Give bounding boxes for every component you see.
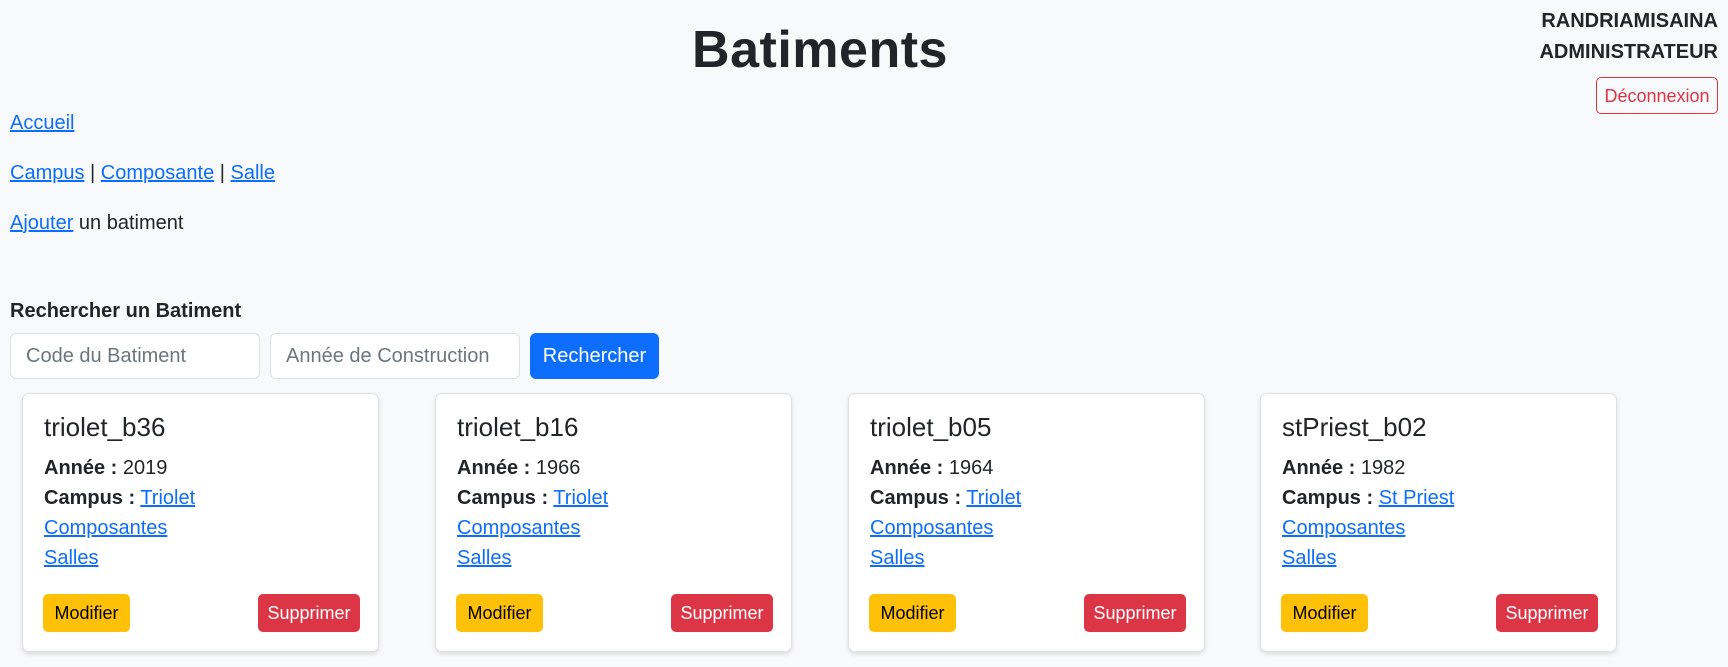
building-code: triolet_b05 [870,412,992,442]
building-campus-row: Campus : St Priest [1282,487,1454,510]
building-year: 1966 [535,457,581,479]
modify-button[interactable]: Modifier [869,594,956,632]
composantes-row: Composantes [457,517,580,540]
campus-link[interactable]: Triolet [553,487,608,509]
salles-link[interactable]: Salles [1282,547,1336,569]
campus-link[interactable]: Triolet [966,487,1021,509]
modify-button[interactable]: Modifier [1281,594,1368,632]
composante-link[interactable]: Composante [101,162,214,184]
search-button[interactable]: Rechercher [530,333,659,379]
construction-year-input[interactable] [270,333,520,379]
building-year: 1982 [1360,457,1406,479]
campus-label: Campus : [457,487,549,509]
salles-link[interactable]: Salles [44,547,98,569]
building-code-input[interactable] [10,333,260,379]
salles-link[interactable]: Salles [457,547,511,569]
composantes-link[interactable]: Composantes [870,517,993,539]
composantes-row: Composantes [870,517,993,540]
user-role: ADMINISTRATEUR [1539,41,1718,63]
composantes-link[interactable]: Composantes [1282,517,1405,539]
modify-button[interactable]: Modifier [456,594,543,632]
year-label: Année : [870,457,944,479]
home-link[interactable]: Accueil [10,112,74,134]
building-year-row: Année : 1966 [457,457,580,480]
campus-link[interactable]: Campus [10,162,84,184]
campus-label: Campus : [870,487,962,509]
building-campus-row: Campus : Triolet [457,487,608,510]
user-name: RANDRIAMISAINA [1541,10,1718,32]
building-code: triolet_b16 [457,412,579,442]
campus-label: Campus : [1282,487,1374,509]
building-card: triolet_b05 Année : 1964 Campus : Triole… [848,393,1205,652]
year-label: Année : [457,457,531,479]
delete-button[interactable]: Supprimer [671,594,773,632]
salles-row: Salles [870,547,924,570]
building-card: triolet_b16 Année : 1966 Campus : Triole… [435,393,792,652]
salles-row: Salles [1282,547,1336,570]
salles-row: Salles [457,547,511,570]
delete-button[interactable]: Supprimer [1496,594,1598,632]
user-info: RANDRIAMISAINA ADMINISTRATEUR [1539,6,1718,68]
building-campus-row: Campus : Triolet [44,487,195,510]
building-campus-row: Campus : Triolet [870,487,1021,510]
modify-button[interactable]: Modifier [43,594,130,632]
campus-link[interactable]: Triolet [140,487,195,509]
building-card: triolet_b36 Année : 2019 Campus : Triole… [22,393,379,652]
building-year-row: Année : 1982 [1282,457,1405,480]
nav-separator: | [84,162,101,184]
add-building-link[interactable]: Ajouter [10,212,73,234]
building-code: triolet_b36 [44,412,166,442]
building-code: stPriest_b02 [1282,412,1427,442]
delete-button[interactable]: Supprimer [258,594,360,632]
salles-row: Salles [44,547,98,570]
building-year: 2019 [122,457,168,479]
salle-link[interactable]: Salle [231,162,275,184]
add-building-line: Ajouter un batiment [10,212,183,235]
add-building-text: un batiment [73,212,184,234]
section-nav: Campus | Composante | Salle [10,162,275,185]
salles-link[interactable]: Salles [870,547,924,569]
delete-button[interactable]: Supprimer [1084,594,1186,632]
nav-separator: | [214,162,231,184]
building-year-row: Année : 1964 [870,457,993,480]
composantes-row: Composantes [44,517,167,540]
search-label: Rechercher un Batiment [10,300,242,322]
page-title: Batiments [692,21,948,79]
year-label: Année : [1282,457,1356,479]
building-year: 1964 [948,457,994,479]
composantes-link[interactable]: Composantes [457,517,580,539]
year-label: Année : [44,457,118,479]
campus-link[interactable]: St Priest [1379,487,1455,509]
home-nav: Accueil [10,112,74,135]
composantes-link[interactable]: Composantes [44,517,167,539]
campus-label: Campus : [44,487,136,509]
logout-button[interactable]: Déconnexion [1596,77,1718,114]
composantes-row: Composantes [1282,517,1405,540]
building-year-row: Année : 2019 [44,457,167,480]
building-card: stPriest_b02 Année : 1982 Campus : St Pr… [1260,393,1617,652]
